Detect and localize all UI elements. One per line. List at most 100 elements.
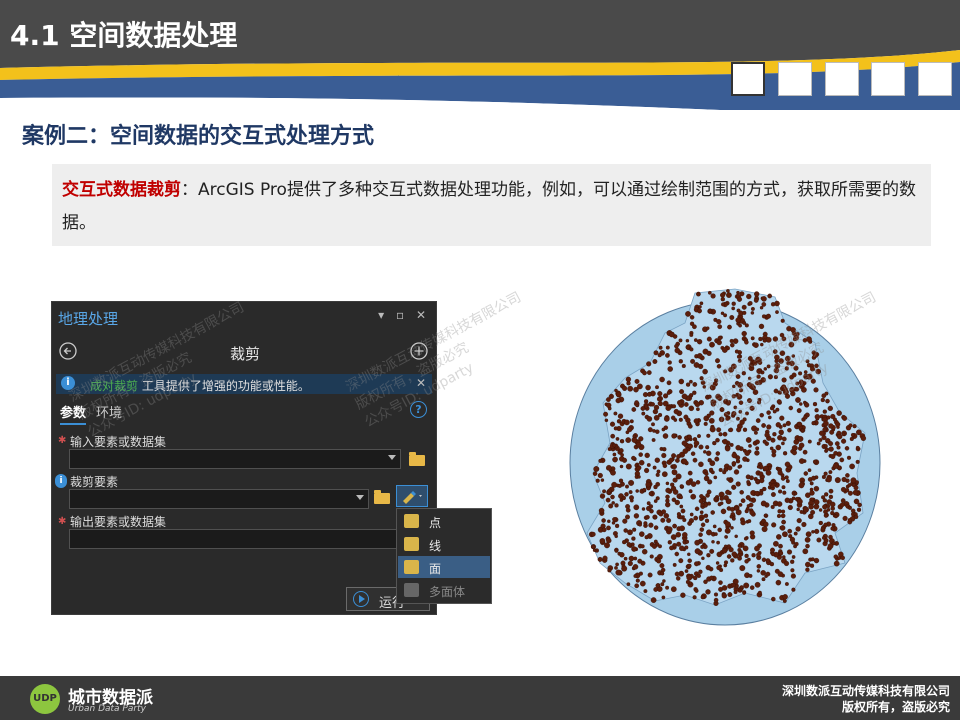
map-point xyxy=(807,439,812,444)
map-point xyxy=(798,482,805,489)
map-point xyxy=(810,509,816,515)
map-point xyxy=(650,402,655,407)
nav-square-3[interactable] xyxy=(825,62,859,96)
map-point xyxy=(690,493,697,500)
map-point xyxy=(679,389,685,395)
map-point xyxy=(713,597,719,603)
map-point xyxy=(706,336,712,342)
map-point xyxy=(756,552,761,557)
map-point xyxy=(615,437,620,441)
map-point xyxy=(631,455,636,461)
map-point xyxy=(592,548,597,552)
map-point xyxy=(606,490,611,495)
map-point xyxy=(844,446,850,451)
window-controls[interactable]: ▾ ▫ ✕ xyxy=(378,308,430,322)
output-features-field[interactable] xyxy=(69,529,399,549)
map-point xyxy=(739,490,744,495)
map-point xyxy=(791,555,796,559)
map-point xyxy=(739,565,746,572)
map-point xyxy=(776,534,782,540)
map-point xyxy=(805,543,810,549)
map-point xyxy=(698,532,703,537)
info-icon: i xyxy=(55,474,67,488)
map-point xyxy=(633,574,638,578)
map-point xyxy=(742,591,746,595)
nav-square-1[interactable] xyxy=(731,62,765,96)
map-point xyxy=(606,537,612,544)
map-point xyxy=(823,444,828,449)
map-point xyxy=(674,571,680,577)
map-point xyxy=(716,565,722,571)
map-point xyxy=(611,521,616,525)
map-point xyxy=(804,402,810,408)
map-point xyxy=(704,518,710,523)
menu-item-polygon[interactable]: 面 xyxy=(398,556,490,578)
map-point xyxy=(713,496,719,501)
map-point xyxy=(719,496,724,501)
map-point xyxy=(751,553,756,558)
map-point xyxy=(735,444,741,451)
folder-icon[interactable] xyxy=(374,490,390,504)
map-point xyxy=(633,513,640,519)
map-point xyxy=(716,319,722,325)
map-point xyxy=(720,508,727,515)
map-point xyxy=(612,517,617,522)
menu-item-point[interactable]: 点 xyxy=(398,510,490,532)
map-point xyxy=(765,571,771,577)
map-point xyxy=(611,481,618,488)
map-point xyxy=(653,515,658,520)
nav-square-4[interactable] xyxy=(871,62,905,96)
map-point xyxy=(791,587,796,592)
map-point xyxy=(631,546,637,552)
nav-square-5[interactable] xyxy=(918,62,952,96)
map-point xyxy=(770,504,775,510)
map-point xyxy=(663,416,670,422)
sketch-tool-button[interactable] xyxy=(396,485,428,507)
map-point xyxy=(857,502,862,508)
map-point xyxy=(689,347,694,352)
map-point xyxy=(667,366,673,372)
menu-item-line[interactable]: 线 xyxy=(398,533,490,555)
map-point xyxy=(679,484,684,489)
map-point xyxy=(627,529,633,536)
map-point xyxy=(826,507,831,512)
map-point xyxy=(781,441,785,446)
map-point xyxy=(770,302,776,307)
map-point xyxy=(606,402,612,408)
map-point xyxy=(782,594,788,600)
map-point xyxy=(775,444,782,451)
map-point xyxy=(803,471,809,476)
map-point xyxy=(653,499,658,503)
map-point xyxy=(756,569,761,573)
map-point xyxy=(681,363,686,369)
map-point xyxy=(675,473,682,480)
map-point xyxy=(671,497,677,503)
map-point xyxy=(641,411,646,416)
folder-icon[interactable] xyxy=(409,452,425,466)
map-point xyxy=(699,517,704,522)
map-point xyxy=(631,536,636,541)
map-point xyxy=(721,347,728,353)
map-point xyxy=(696,353,703,359)
map-point xyxy=(599,538,606,544)
clip-features-field[interactable] xyxy=(69,489,369,509)
nav-square-2[interactable] xyxy=(778,62,812,96)
map-point xyxy=(855,445,860,450)
map-point xyxy=(828,446,834,452)
map-point xyxy=(619,439,625,444)
map-point xyxy=(687,434,692,440)
map-point xyxy=(662,433,669,439)
panel-title: 地理处理 xyxy=(58,310,119,328)
map-point xyxy=(709,426,716,433)
map-point xyxy=(777,434,783,441)
map-point xyxy=(655,429,660,434)
map-point xyxy=(649,554,654,559)
map-point xyxy=(622,539,627,545)
map-point xyxy=(688,489,693,494)
map-point xyxy=(618,478,624,483)
map-point xyxy=(739,291,745,297)
map-point xyxy=(814,414,821,420)
map-point xyxy=(741,330,747,337)
map-point xyxy=(702,498,707,503)
input-features-field[interactable] xyxy=(69,449,401,469)
